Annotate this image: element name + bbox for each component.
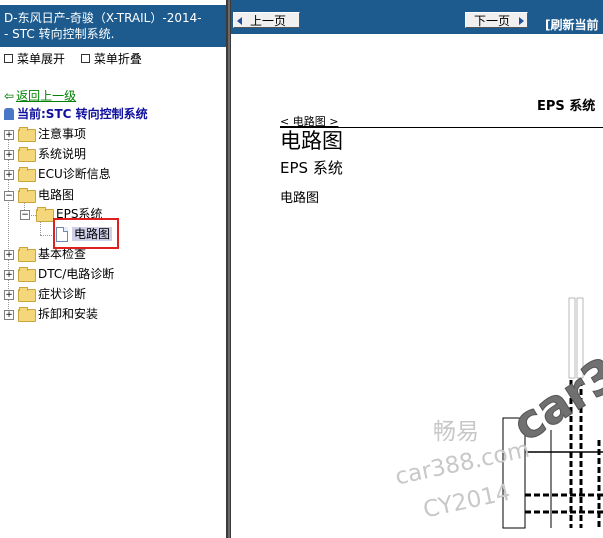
menu-expand-link[interactable]: 菜单展开: [17, 52, 65, 66]
folder-icon: [18, 167, 36, 182]
tree-label[interactable]: 系统说明: [38, 145, 86, 163]
prev-page-button[interactable]: 上一页: [233, 12, 300, 28]
tree-item-system-description[interactable]: + 系统说明: [0, 145, 220, 163]
tree-label[interactable]: DTC/电路诊断: [38, 265, 114, 283]
expand-plus-icon[interactable]: +: [4, 290, 14, 300]
open-folder-icon: [36, 207, 54, 222]
collapse-minus-icon[interactable]: −: [4, 191, 14, 201]
left-arrow-icon: [237, 17, 242, 25]
expand-plus-icon[interactable]: +: [4, 270, 14, 280]
tree-label[interactable]: 拆卸和安装: [38, 305, 98, 323]
refresh-link[interactable]: [刷新当前: [545, 16, 599, 33]
tree-item-dtc-circuit-diagnosis[interactable]: + DTC/电路诊断: [0, 265, 220, 283]
expand-plus-icon[interactable]: +: [4, 310, 14, 320]
location-icon: [4, 107, 14, 120]
menu-controls: 菜单展开 菜单折叠: [4, 51, 154, 67]
current-location-label: 当前:STC 转向控制系统: [17, 107, 148, 121]
tree-item-removal-installation[interactable]: + 拆卸和安装: [0, 305, 220, 323]
prev-page-label: 上一页: [250, 14, 287, 28]
watermark-code: CY2014: [421, 479, 513, 524]
watermark-cy: 畅易: [433, 419, 479, 445]
tree-label[interactable]: ECU诊断信息: [38, 165, 111, 183]
folder-icon: [18, 127, 36, 142]
next-page-button[interactable]: 下一页: [465, 12, 528, 28]
current-location: 当前:STC 转向控制系统: [4, 106, 148, 122]
expand-plus-icon[interactable]: +: [4, 150, 14, 160]
page-subtitle: EPS 系统: [280, 159, 343, 177]
back-row: ⇦ 返回上一级: [4, 88, 76, 104]
navigation-bar: 上一页 下一页 [刷新当前: [231, 0, 603, 34]
frame-splitter-inner: [228, 0, 230, 538]
collapse-minus-icon[interactable]: −: [20, 210, 30, 220]
selection-highlight-box: [53, 218, 119, 249]
tree-item-notes[interactable]: + 注意事项: [0, 125, 220, 143]
folder-icon: [18, 247, 36, 262]
folder-icon: [18, 287, 36, 302]
right-arrow-icon: [519, 17, 524, 25]
back-arrow-icon[interactable]: ⇦: [4, 89, 14, 103]
page-title: 电路图: [280, 129, 343, 153]
folder-icon: [18, 307, 36, 322]
expand-square-icon: [4, 54, 13, 63]
content-pane: 上一页 下一页 [刷新当前 EPS 系统 < 电路图 > 电路图 EPS 系统 …: [231, 0, 603, 538]
menu-collapse-link[interactable]: 菜单折叠: [94, 52, 142, 66]
left-pane: D-东风日产-奇骏（X-TRAIL）-2014- - STC 转向控制系统. 菜…: [0, 0, 226, 538]
tree-label[interactable]: 电路图: [38, 186, 74, 204]
next-page-label: 下一页: [474, 14, 511, 28]
tree-item-wiring-diagram[interactable]: − 电路图: [0, 186, 220, 204]
document-title-bar: D-东风日产-奇骏（X-TRAIL）-2014- - STC 转向控制系统.: [0, 5, 226, 47]
tree-item-ecu-diagnosis[interactable]: + ECU诊断信息: [0, 165, 220, 183]
expand-plus-icon[interactable]: +: [4, 170, 14, 180]
tree-item-symptom-diagnosis[interactable]: + 症状诊断: [0, 285, 220, 303]
folder-icon: [18, 147, 36, 162]
back-link[interactable]: 返回上一级: [16, 89, 76, 103]
expand-plus-icon[interactable]: +: [4, 250, 14, 260]
title-line-2: - STC 转向控制系统.: [4, 27, 115, 41]
title-line-1: D-东风日产-奇骏（X-TRAIL）-2014-: [4, 11, 202, 25]
folder-icon: [18, 267, 36, 282]
collapse-square-icon: [80, 54, 90, 63]
diagram-label: 电路图: [280, 191, 320, 206]
tree-label[interactable]: 注意事项: [38, 125, 86, 143]
expand-plus-icon[interactable]: +: [4, 130, 14, 140]
tree-label[interactable]: 症状诊断: [38, 285, 86, 303]
open-folder-icon: [18, 188, 36, 203]
page-header: EPS 系统: [537, 99, 596, 114]
